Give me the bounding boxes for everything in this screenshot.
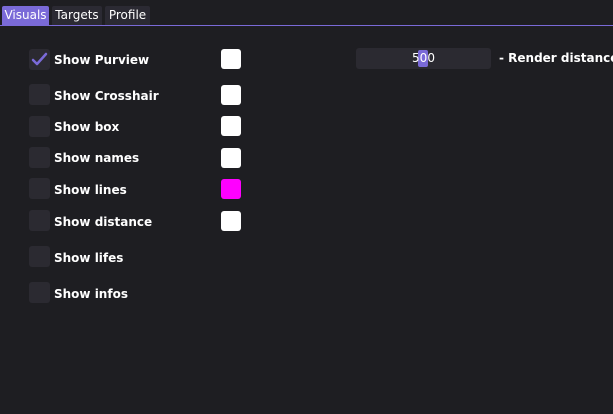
show-crosshair-label: Show Crosshair: [54, 89, 159, 103]
render-distance-label: - Render distance: [499, 51, 613, 65]
tab-targets[interactable]: Targets: [52, 6, 102, 25]
tab-bar: Visuals Targets Profile: [0, 0, 613, 26]
names-color-swatch[interactable]: [221, 148, 241, 168]
show-distance-label: Show distance: [54, 215, 153, 229]
settings-window: Visuals Targets Profile Show Purview Sho…: [0, 0, 613, 414]
render-distance-value: 500: [412, 51, 435, 65]
show-names-label: Show names: [54, 151, 140, 165]
show-box-checkbox[interactable]: [29, 116, 50, 137]
show-crosshair-checkbox[interactable]: [29, 84, 50, 105]
show-distance-checkbox[interactable]: [29, 210, 50, 231]
tab-profile[interactable]: Profile: [105, 6, 150, 25]
render-distance-slider[interactable]: 500: [356, 48, 491, 69]
show-lifes-checkbox[interactable]: [29, 246, 50, 267]
show-names-checkbox[interactable]: [29, 147, 50, 168]
show-lifes-label: Show lifes: [54, 251, 124, 265]
tab-visuals[interactable]: Visuals: [2, 6, 49, 25]
show-infos-label: Show infos: [54, 287, 128, 301]
purview-color-swatch[interactable]: [221, 49, 241, 69]
show-lines-label: Show lines: [54, 183, 127, 197]
show-lines-checkbox[interactable]: [29, 178, 50, 199]
show-purview-label: Show Purview: [54, 53, 150, 67]
checkmark-icon: [31, 52, 48, 66]
box-color-swatch[interactable]: [221, 116, 241, 136]
distance-color-swatch[interactable]: [221, 211, 241, 231]
show-box-label: Show box: [54, 120, 120, 134]
tab-underline: [0, 25, 613, 26]
show-infos-checkbox[interactable]: [29, 282, 50, 303]
crosshair-color-swatch[interactable]: [221, 85, 241, 105]
show-purview-checkbox[interactable]: [29, 49, 50, 70]
lines-color-swatch[interactable]: [221, 179, 241, 199]
